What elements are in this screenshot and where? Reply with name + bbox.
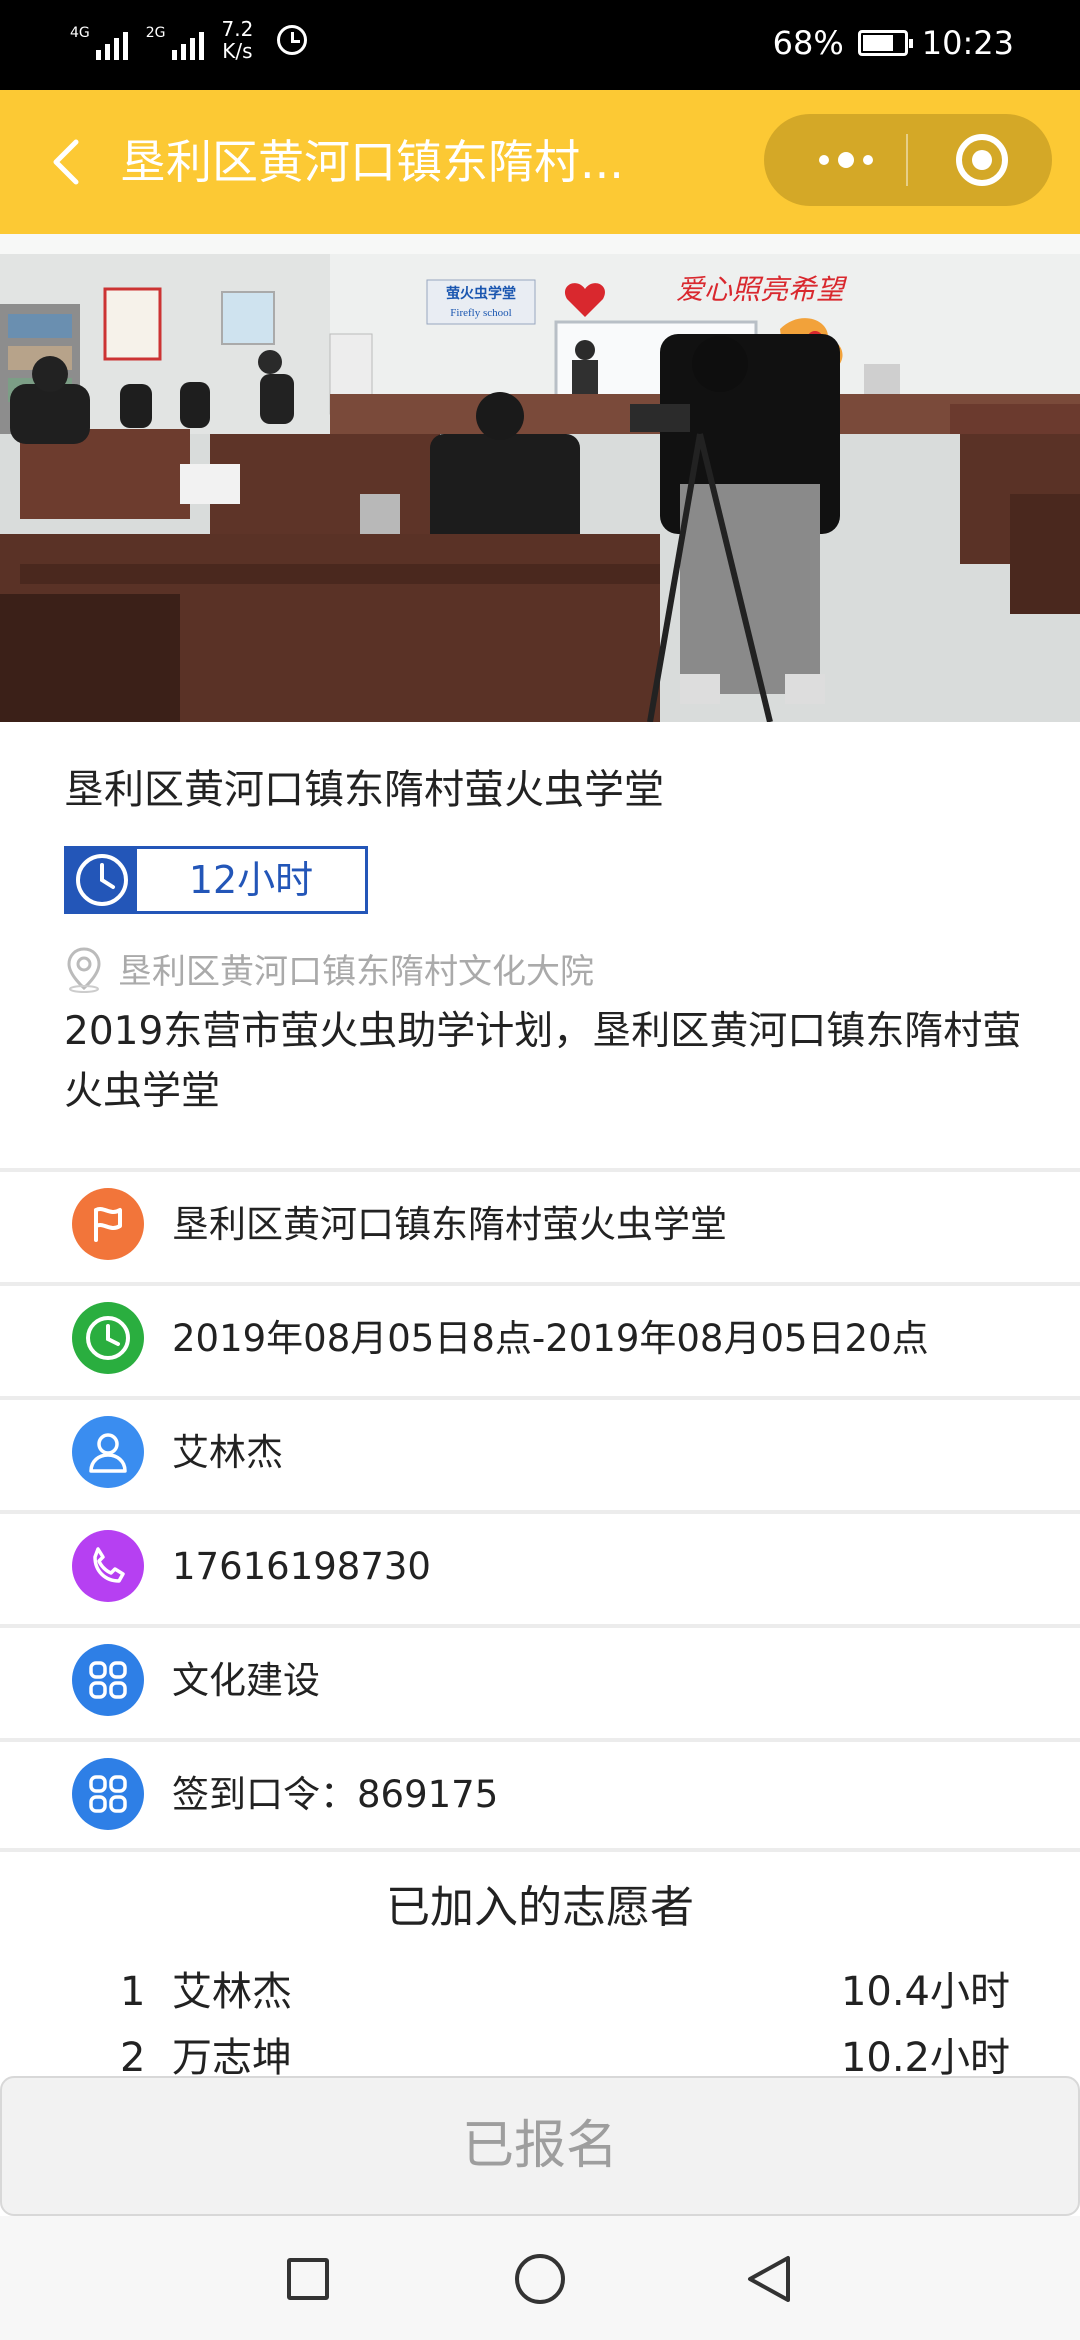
volunteer-hours: 10.4小时 — [840, 1969, 1010, 2015]
network-type-label: 2G — [145, 25, 166, 41]
system-nav-bar — [0, 2216, 1080, 2340]
speed-value: 7.2 — [221, 17, 254, 41]
hours-badge: 12小时 — [64, 846, 368, 914]
capsule-divider — [906, 134, 908, 186]
battery-fill — [862, 35, 893, 51]
volunteer-name: 艾林杰 — [172, 1969, 292, 2015]
detail-row-time: 2019年08月05日8点-2019年08月05日20点 — [0, 1282, 1080, 1396]
signal-4g-icon: 4G — [70, 20, 128, 60]
back-triangle-icon[interactable] — [744, 2252, 794, 2306]
contact-phone[interactable]: 17616198730 — [172, 1540, 431, 1594]
organizer-name: 垦利区黄河口镇东隋村萤火虫学堂 — [172, 1203, 727, 1246]
activity-title: 垦利区黄河口镇东隋村萤火虫学堂 — [64, 767, 664, 813]
detail-row-checkin-code: 签到口令：869175 — [0, 1738, 1080, 1852]
photo-sign-title: 萤火虫学堂 — [446, 285, 516, 301]
activity-info: 垦利区黄河口镇东隋村萤火虫学堂 12小时 垦利区黄河口镇东隋村文化大院 2019… — [0, 722, 1080, 1170]
battery-percent: 68% — [772, 24, 844, 62]
volunteer-list-title: 已加入的志愿者 — [386, 1882, 694, 1933]
speed-unit: K/s — [222, 39, 253, 63]
alarm-icon — [277, 25, 308, 55]
volunteer-rank: 1 — [120, 1969, 146, 2015]
address-text: 垦利区黄河口镇东隋村文化大院 — [118, 952, 594, 992]
activity-description: 2019东营市萤火虫助学计划，垦利区黄河口镇东隋村萤火虫学堂 — [64, 1009, 1022, 1114]
back-arrow-icon[interactable] — [38, 132, 98, 192]
network-speed: 7.2 K/s — [222, 18, 254, 62]
status-right: 68% 10:23 — [773, 24, 1014, 62]
contact-name: 艾林杰 — [172, 1431, 283, 1474]
detail-row-category: 文化建设 — [0, 1624, 1080, 1738]
photo-sign-subtitle: Firefly school — [450, 307, 511, 319]
classroom-illustration: 萤火虫学堂 Firefly school 爱心照亮希望 — [0, 234, 1080, 722]
title-bar: 垦利区黄河口镇东隋村... — [0, 90, 1080, 234]
volunteer-list: 已加入的志愿者 1 艾林杰 10.4小时 2 万志坤 10.2小时 — [0, 1858, 1080, 2081]
list-item: 1 艾林杰 10.4小时 — [120, 1962, 1010, 2022]
status-left: 4G 2G 7.2 K/s — [70, 18, 308, 62]
person-icon — [72, 1416, 144, 1488]
grid-icon — [72, 1644, 144, 1716]
location-pin-icon — [67, 946, 101, 993]
grid-icon — [72, 1758, 144, 1830]
network-type-label: 4G — [70, 25, 90, 41]
hours-value: 12小时 — [188, 858, 314, 902]
detail-row-organizer: 垦利区黄河口镇东隋村萤火虫学堂 — [0, 1168, 1080, 1282]
page-title: 垦利区黄河口镇东隋村... — [120, 135, 624, 189]
checkin-code: 签到口令：869175 — [172, 1773, 499, 1816]
battery-icon — [857, 30, 913, 56]
detail-row-contact: 艾林杰 — [0, 1396, 1080, 1510]
clock-time: 10:23 — [921, 24, 1014, 62]
recent-apps-icon[interactable] — [287, 2258, 329, 2300]
clock-icon — [72, 1302, 144, 1374]
clock-icon — [67, 849, 137, 911]
status-bar: 4G 2G 7.2 K/s 68% 10:23 — [0, 0, 1080, 90]
signal-2g-icon: 2G — [146, 20, 204, 60]
more-menu-icon[interactable] — [794, 114, 898, 206]
activity-category: 文化建设 — [172, 1659, 320, 1702]
detail-list: 垦利区黄河口镇东隋村萤火虫学堂 2019年08月05日8点-2019年08月05… — [0, 1168, 1080, 1852]
miniprogram-capsule — [764, 114, 1052, 206]
detail-row-phone[interactable]: 17616198730 — [0, 1510, 1080, 1624]
phone-icon — [72, 1530, 144, 1602]
close-miniprogram-icon[interactable] — [956, 134, 1008, 186]
flag-icon — [72, 1188, 144, 1260]
activity-photo: 萤火虫学堂 Firefly school 爱心照亮希望 — [0, 234, 1080, 722]
address-line: 垦利区黄河口镇东隋村文化大院 — [64, 944, 594, 993]
registered-button[interactable]: 已报名 — [0, 2076, 1080, 2216]
photo-slogan: 爱心照亮希望 — [676, 273, 848, 306]
activity-time: 2019年08月05日8点-2019年08月05日20点 — [172, 1317, 929, 1360]
home-icon[interactable] — [515, 2254, 565, 2304]
